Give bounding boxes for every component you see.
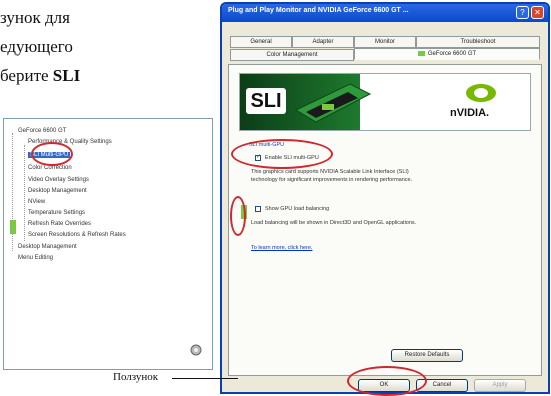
enable-sli-description-1: This graphics card supports NVIDIA Scala… xyxy=(251,169,409,175)
slider-caption: Ползунок xyxy=(113,371,159,383)
nvidia-eye-icon xyxy=(466,84,496,102)
tab-general[interactable]: General xyxy=(230,36,292,48)
tab-adapter[interactable]: Adapter xyxy=(292,36,354,48)
tab-troubleshoot[interactable]: Troubleshoot xyxy=(416,36,540,48)
close-button[interactable]: ✕ xyxy=(531,6,544,19)
highlight-oval-ok xyxy=(347,366,427,396)
help-button[interactable]: ? xyxy=(516,6,529,19)
learn-more-link[interactable]: To learn more, click here. xyxy=(251,245,312,251)
tree-item[interactable]: Screen Resolutions & Refresh Rates xyxy=(28,232,126,238)
manual-text-line-3-prefix: берите xyxy=(0,66,53,85)
tree-item[interactable]: NView xyxy=(28,199,45,205)
show-balance-label[interactable]: Show GPU load balancing xyxy=(265,206,329,212)
gear-icon[interactable] xyxy=(190,344,202,356)
tab-geforce-label: GeForce 6600 GT xyxy=(427,51,477,57)
restore-defaults-button[interactable]: Restore Defaults xyxy=(391,349,463,362)
tab-color-management[interactable]: Color Management xyxy=(230,49,354,61)
title-bar: Plug and Play Monitor and NVIDIA GeForce… xyxy=(222,4,548,22)
tree-item[interactable]: Refresh Rate Overrides xyxy=(28,221,91,227)
highlight-oval-enable-sli xyxy=(231,139,333,169)
tree-item-root[interactable]: GeForce 6600 GT xyxy=(18,128,66,134)
tab-geforce[interactable]: GeForce 6600 GT xyxy=(354,48,540,60)
manual-text-line-3: берите SLI xyxy=(0,66,80,86)
manual-text-line-2: едующего xyxy=(0,37,73,56)
tab-monitor[interactable]: Monitor xyxy=(354,36,416,48)
tab-content-panel: SLI nVIDIA. SLI multi-GPU ✓ Enable SLI m… xyxy=(228,64,542,376)
nvidia-wordmark: nVIDIA. xyxy=(450,107,490,119)
manual-text-line-3-bold: SLI xyxy=(52,66,81,85)
tree-item[interactable]: Desktop Management xyxy=(28,188,87,194)
slider-thumb-marker[interactable] xyxy=(10,220,16,234)
nvidia-tab-icon xyxy=(417,50,425,56)
graphics-card-icon xyxy=(294,83,372,123)
properties-window: Plug and Play Monitor and NVIDIA GeForce… xyxy=(220,2,550,394)
nvidia-logo: nVIDIA. xyxy=(436,82,526,126)
tree-item[interactable]: Menu Editing xyxy=(18,255,53,261)
caption-pointer-line xyxy=(172,378,238,379)
manual-text-line-1: зунок для xyxy=(0,8,70,27)
sli-banner: SLI nVIDIA. xyxy=(239,73,531,131)
tree-item[interactable]: Desktop Management xyxy=(18,244,77,250)
tree-item[interactable]: Video Overlay Settings xyxy=(28,177,89,183)
sli-logo: SLI xyxy=(246,88,286,114)
show-balance-checkbox[interactable] xyxy=(255,206,261,212)
show-balance-description: Load balancing will be shown in Direct3D… xyxy=(251,220,417,226)
tree-item[interactable]: Temperature Settings xyxy=(28,210,85,216)
window-title: Plug and Play Monitor and NVIDIA GeForce… xyxy=(228,7,409,14)
apply-button[interactable]: Apply xyxy=(474,379,526,392)
highlight-oval-slider xyxy=(230,196,246,236)
highlight-oval xyxy=(31,142,73,166)
tree-connector xyxy=(24,145,25,241)
enable-sli-description-2: technology for significant improvements … xyxy=(251,177,413,183)
